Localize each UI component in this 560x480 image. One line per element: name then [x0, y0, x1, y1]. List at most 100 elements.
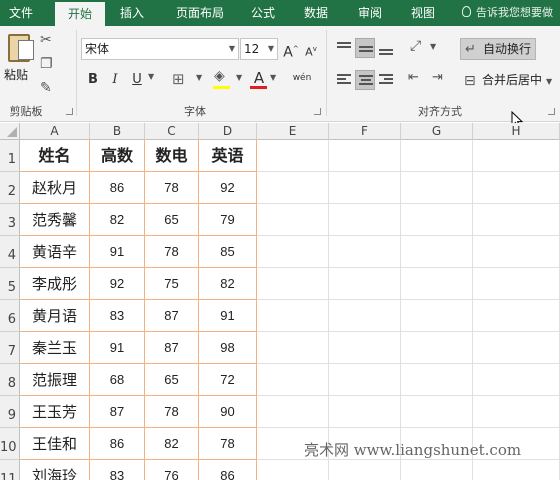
- column-header-d[interactable]: D: [199, 123, 257, 140]
- clipboard-launcher[interactable]: [66, 108, 73, 115]
- column-header-g[interactable]: G: [401, 123, 473, 140]
- table-cell[interactable]: 范秀馨: [20, 204, 90, 236]
- row-header-10[interactable]: 10: [0, 428, 20, 460]
- font-size-combo[interactable]: 12 ▼: [240, 38, 278, 60]
- grid-cell[interactable]: [329, 396, 401, 428]
- grid-cell[interactable]: [473, 204, 560, 236]
- table-cell[interactable]: 76: [145, 460, 199, 480]
- table-cell[interactable]: 82: [199, 268, 257, 300]
- table-cell[interactable]: 79: [199, 204, 257, 236]
- tab-file[interactable]: 文件: [0, 0, 42, 26]
- table-cell[interactable]: 87: [145, 300, 199, 332]
- format-painter-icon[interactable]: ✎: [40, 80, 52, 96]
- grid-cell[interactable]: [329, 460, 401, 480]
- grid-cell[interactable]: [401, 140, 473, 172]
- table-cell[interactable]: 87: [145, 332, 199, 364]
- underline-button[interactable]: U: [128, 70, 146, 90]
- table-cell[interactable]: 83: [90, 460, 145, 480]
- table-cell[interactable]: 92: [199, 172, 257, 204]
- select-all-corner[interactable]: [0, 123, 20, 140]
- column-header-c[interactable]: C: [145, 123, 199, 140]
- table-cell[interactable]: 李成彤: [20, 268, 90, 300]
- table-cell[interactable]: 87: [90, 396, 145, 428]
- grid-cell[interactable]: [257, 396, 329, 428]
- table-cell[interactable]: 65: [145, 204, 199, 236]
- grid-cell[interactable]: [401, 364, 473, 396]
- column-header-h[interactable]: H: [473, 123, 560, 140]
- row-header-5[interactable]: 5: [0, 268, 20, 300]
- top-align-button[interactable]: [334, 38, 354, 58]
- increase-indent-icon[interactable]: ⇥: [432, 70, 443, 85]
- table-cell[interactable]: 82: [90, 204, 145, 236]
- column-header-a[interactable]: A: [20, 123, 90, 140]
- grid-cell[interactable]: [257, 300, 329, 332]
- column-header-b[interactable]: B: [90, 123, 145, 140]
- table-cell[interactable]: 91: [90, 332, 145, 364]
- table-cell[interactable]: 78: [145, 172, 199, 204]
- chevron-down-icon[interactable]: ▼: [148, 72, 154, 81]
- row-header-2[interactable]: 2: [0, 172, 20, 204]
- table-cell[interactable]: 赵秋月: [20, 172, 90, 204]
- fill-color-icon[interactable]: ◈: [214, 68, 225, 84]
- alignment-launcher[interactable]: [548, 108, 555, 115]
- grid-cell[interactable]: [473, 172, 560, 204]
- table-cell[interactable]: 68: [90, 364, 145, 396]
- tab-data[interactable]: 数据: [294, 0, 338, 26]
- grid-cell[interactable]: [329, 332, 401, 364]
- chevron-down-icon[interactable]: ▼: [196, 73, 202, 82]
- cut-icon[interactable]: ✂: [40, 32, 52, 48]
- table-cell[interactable]: 85: [199, 236, 257, 268]
- tab-review[interactable]: 审阅: [348, 0, 392, 26]
- grid-cell[interactable]: [473, 300, 560, 332]
- table-header-cell[interactable]: 姓名: [20, 140, 90, 172]
- grid-cell[interactable]: [257, 204, 329, 236]
- table-cell[interactable]: 黄语辛: [20, 236, 90, 268]
- table-cell[interactable]: 83: [90, 300, 145, 332]
- decrease-indent-icon[interactable]: ⇤: [408, 70, 419, 85]
- grid-cell[interactable]: [329, 172, 401, 204]
- font-name-combo[interactable]: 宋体 ▼: [81, 38, 239, 60]
- copy-icon[interactable]: ❐: [40, 56, 53, 72]
- font-launcher[interactable]: [314, 108, 321, 115]
- table-cell[interactable]: 86: [199, 460, 257, 480]
- paste-icon[interactable]: [8, 34, 34, 62]
- table-cell[interactable]: 秦兰玉: [20, 332, 90, 364]
- table-cell[interactable]: 86: [90, 172, 145, 204]
- grid-cell[interactable]: [329, 204, 401, 236]
- column-header-f[interactable]: F: [329, 123, 401, 140]
- chevron-down-icon[interactable]: ▼: [270, 73, 276, 82]
- column-header-e[interactable]: E: [257, 123, 329, 140]
- table-cell[interactable]: 65: [145, 364, 199, 396]
- grid-cell[interactable]: [401, 332, 473, 364]
- grid-cell[interactable]: [473, 236, 560, 268]
- paste-button[interactable]: 粘贴: [4, 66, 28, 83]
- row-header-7[interactable]: 7: [0, 332, 20, 364]
- tab-formulas[interactable]: 公式: [242, 0, 284, 26]
- phonetic-guide-button[interactable]: wén: [290, 68, 314, 88]
- row-header-1[interactable]: 1: [0, 140, 20, 172]
- table-cell[interactable]: 黄月语: [20, 300, 90, 332]
- chevron-down-icon[interactable]: ▼: [236, 73, 242, 82]
- grid-cell[interactable]: [329, 268, 401, 300]
- center-align-button[interactable]: [355, 70, 375, 90]
- grid-cell[interactable]: [257, 236, 329, 268]
- grid-cell[interactable]: [473, 396, 560, 428]
- grid-cell[interactable]: [401, 300, 473, 332]
- grid-cell[interactable]: [473, 364, 560, 396]
- grow-font-button[interactable]: A^: [282, 39, 300, 61]
- grid-cell[interactable]: [257, 172, 329, 204]
- table-cell[interactable]: 78: [145, 396, 199, 428]
- grid-cell[interactable]: [329, 300, 401, 332]
- tab-home[interactable]: 开始: [55, 2, 105, 26]
- grid-cell[interactable]: [329, 364, 401, 396]
- tell-me-box[interactable]: 告诉我您想要做: [462, 0, 553, 26]
- tab-page-layout[interactable]: 页面布局: [165, 0, 235, 26]
- grid-cell[interactable]: [473, 268, 560, 300]
- grid-cell[interactable]: [257, 332, 329, 364]
- row-header-3[interactable]: 3: [0, 204, 20, 236]
- row-header-8[interactable]: 8: [0, 364, 20, 396]
- bottom-align-button[interactable]: [376, 38, 396, 58]
- grid-cell[interactable]: [257, 364, 329, 396]
- grid-cell[interactable]: [401, 236, 473, 268]
- row-header-4[interactable]: 4: [0, 236, 20, 268]
